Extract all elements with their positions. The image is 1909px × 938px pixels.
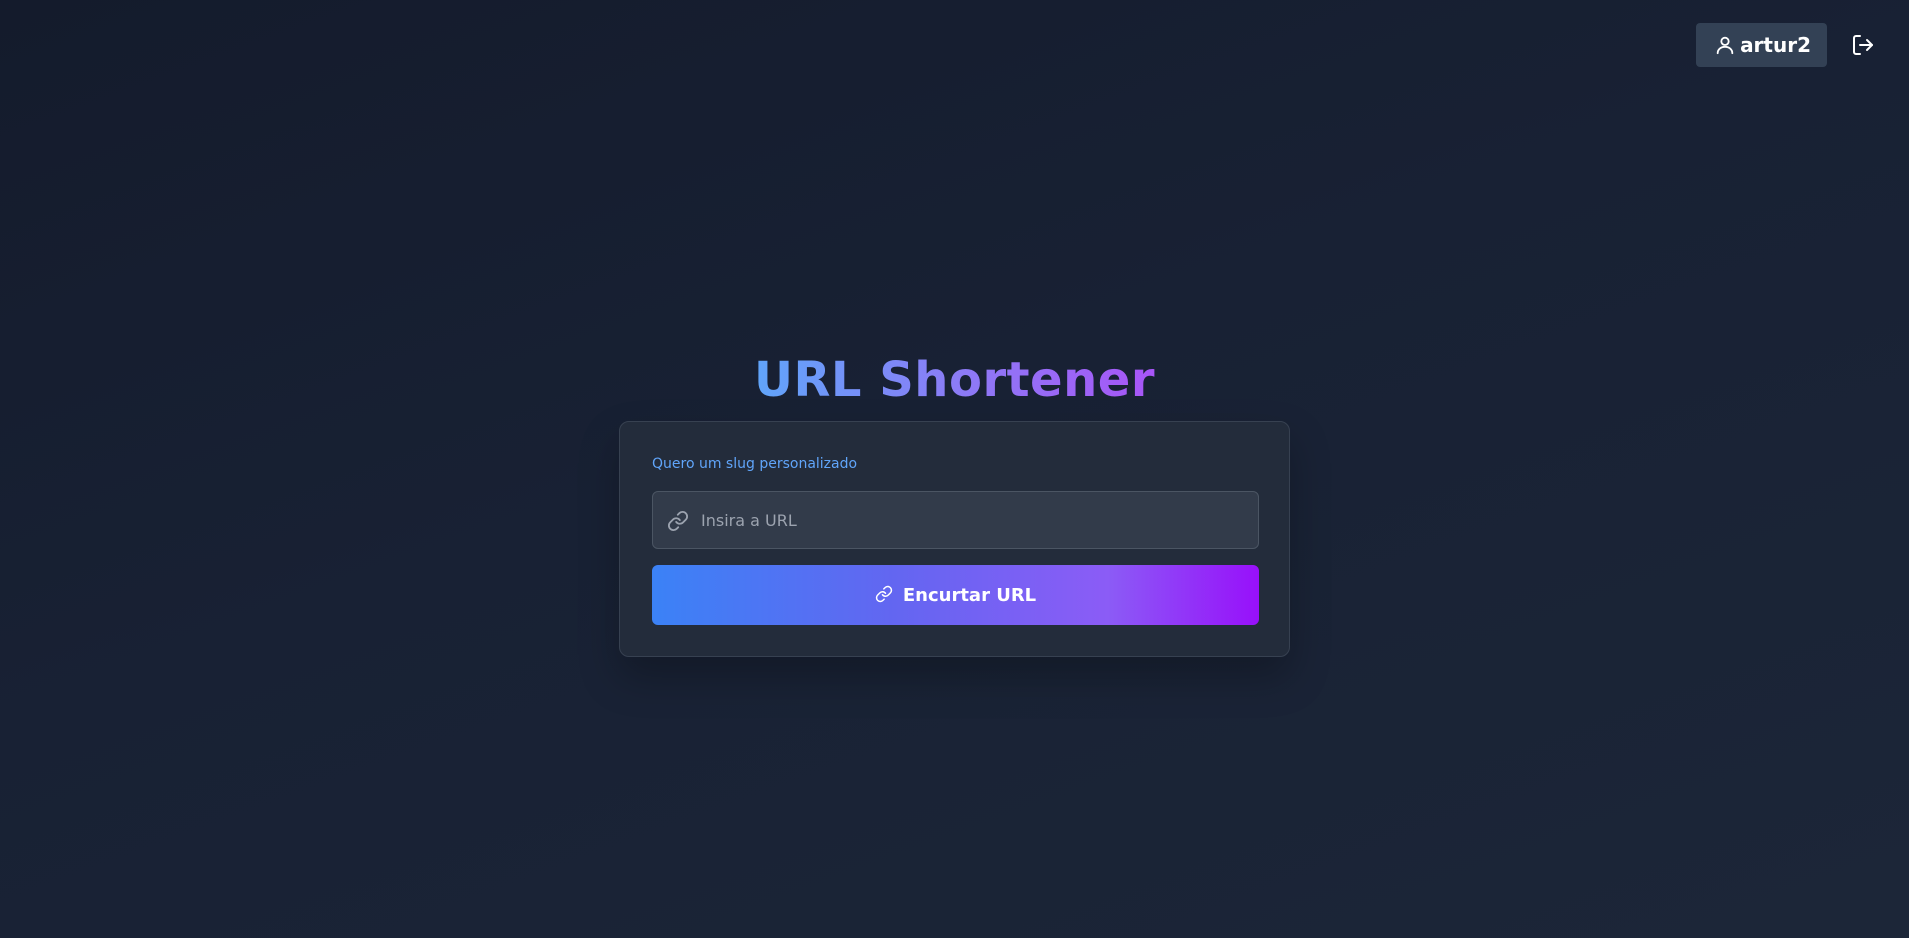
shortener-card: Quero um slug personalizado Encurtar URL [619,421,1290,657]
link-icon [875,585,895,605]
link-icon [667,510,689,532]
main-content: URL Shortener Quero um slug personalizad… [0,350,1909,657]
shorten-url-button-label: Encurtar URL [902,584,1037,606]
url-input-wrapper [652,491,1259,549]
url-input[interactable] [653,492,1258,548]
custom-slug-link[interactable]: Quero um slug personalizado [652,456,857,472]
username-label: artur2 [1740,33,1811,57]
user-profile-button[interactable]: artur2 [1696,23,1827,67]
logout-icon [1851,33,1875,57]
page-title: URL Shortener [753,352,1156,408]
header-controls: artur2 [1696,23,1877,67]
user-icon [1714,34,1736,56]
shorten-url-button[interactable]: Encurtar URL [652,565,1259,625]
logout-button[interactable] [1849,31,1877,59]
